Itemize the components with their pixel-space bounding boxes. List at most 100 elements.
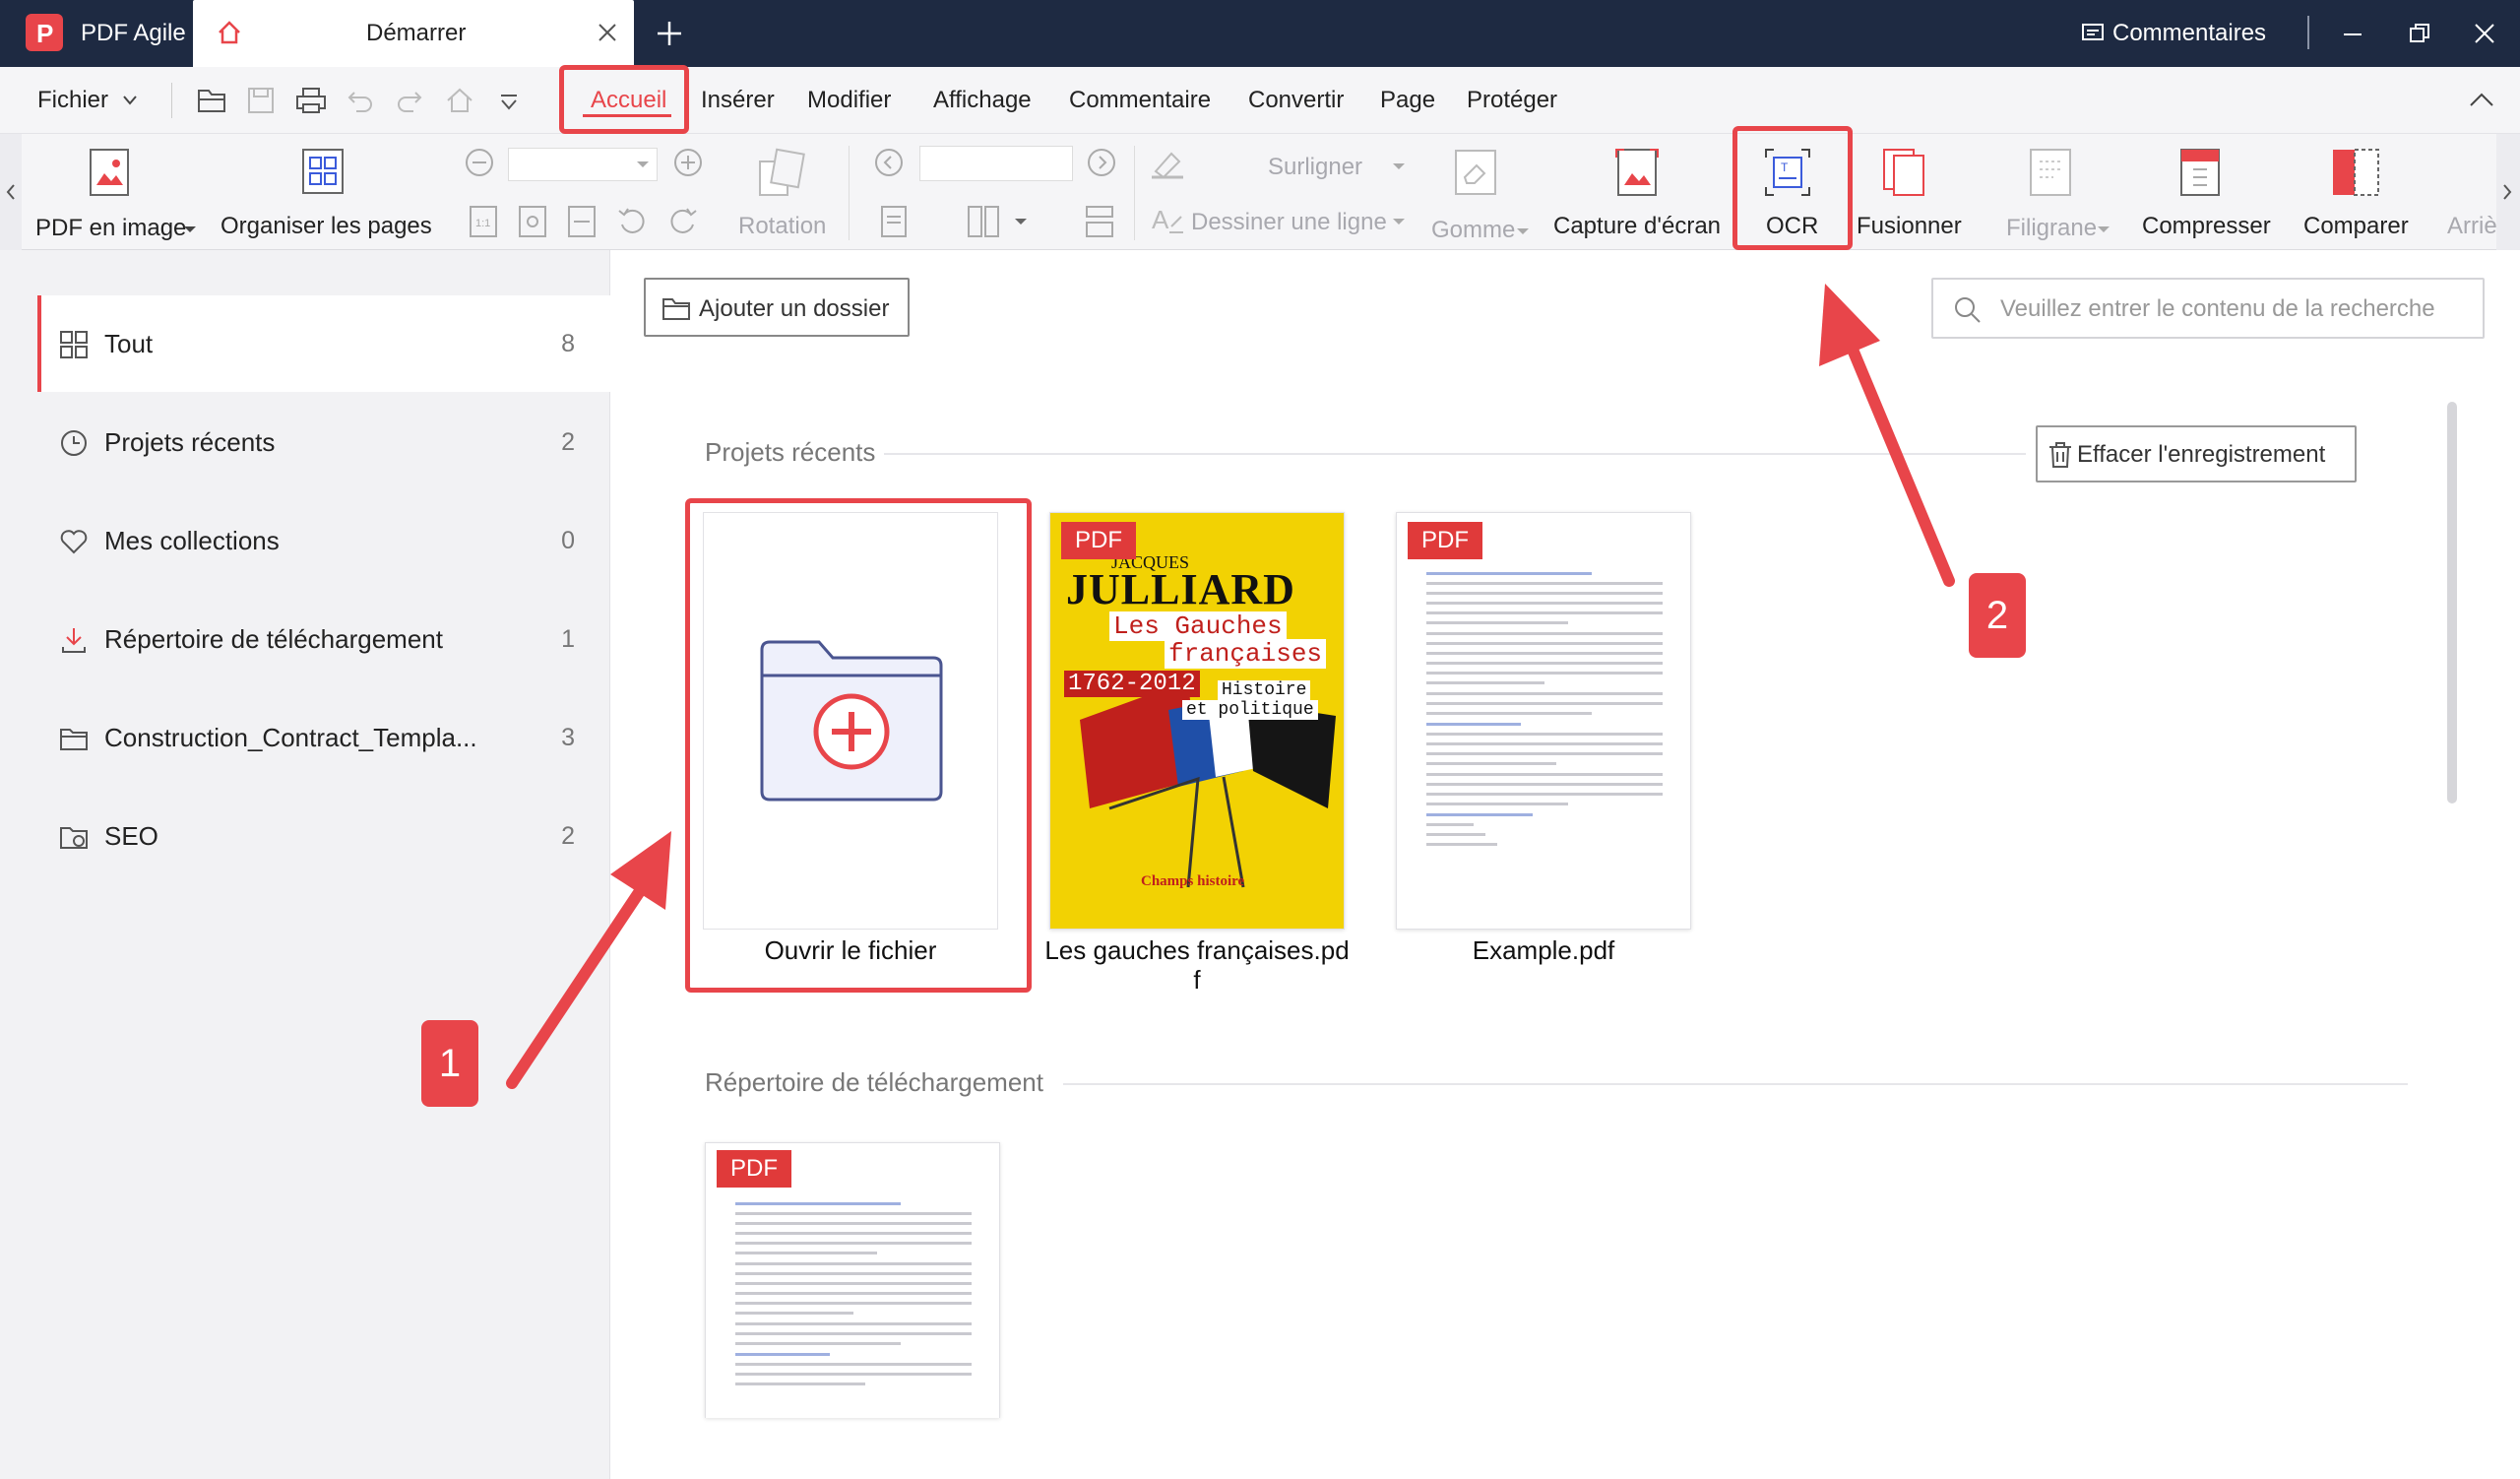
add-folder-label: Ajouter un dossier xyxy=(699,295,890,322)
background-button[interactable]: Arriè xyxy=(2447,213,2496,240)
compare-button[interactable]: Comparer xyxy=(2303,213,2409,240)
book-years: 1762-2012 xyxy=(1064,671,1200,697)
zoom-in-icon[interactable] xyxy=(673,148,703,177)
accueil-highlight-box xyxy=(559,65,689,134)
sidebar-item-count: 8 xyxy=(561,330,575,357)
save-icon[interactable] xyxy=(246,87,276,114)
redo-icon[interactable] xyxy=(396,87,423,114)
sidebar-item-recent[interactable]: Projets récents 2 xyxy=(37,394,610,490)
quick-access-dropdown-icon[interactable] xyxy=(498,93,520,112)
annotation-arrow-2 xyxy=(1819,284,1955,587)
svg-text:P: P xyxy=(36,19,53,48)
book-publisher: Champs histoire xyxy=(1141,873,1245,889)
book-title-line1: Les Gauches xyxy=(1109,611,1287,641)
file-menu[interactable]: Fichier xyxy=(37,67,108,134)
file-thumbnail-example[interactable] xyxy=(1396,512,1691,930)
highlight-dropdown-icon[interactable] xyxy=(1392,161,1406,171)
add-folder-button[interactable]: Ajouter un dossier xyxy=(644,278,910,337)
ribbon-scroll-left-icon[interactable] xyxy=(0,134,22,250)
organize-pages-icon xyxy=(301,148,345,195)
sidebar-item-label: Construction_Contract_Templa... xyxy=(104,723,477,752)
sidebar-item-tout[interactable]: Tout 8 xyxy=(37,295,610,392)
book-subtitle2: et politique xyxy=(1182,700,1318,720)
draw-line-dropdown-icon[interactable] xyxy=(1392,217,1406,226)
pdf-to-image-icon xyxy=(87,148,132,199)
sidebar-item-count: 2 xyxy=(561,428,575,456)
tab-proteger[interactable]: Protéger xyxy=(1467,67,1557,134)
rotate-left-icon[interactable] xyxy=(616,205,648,236)
eraser-button[interactable]: Gomme xyxy=(1431,217,1515,244)
comments-button[interactable]: Commentaires xyxy=(2112,20,2266,47)
restore-icon[interactable] xyxy=(2408,22,2431,45)
ribbon-scroll-right-icon[interactable] xyxy=(2496,134,2520,250)
two-page-icon[interactable] xyxy=(967,205,1000,238)
search-box[interactable]: Veuillez entrer le contenu de la recherc… xyxy=(1931,278,2485,339)
new-tab-icon[interactable] xyxy=(656,20,683,47)
rotation-icon xyxy=(756,148,807,199)
add-folder-icon xyxy=(662,295,691,321)
tab-page[interactable]: Page xyxy=(1380,67,1435,134)
sidebar-item-label: Répertoire de téléchargement xyxy=(104,624,443,654)
download-directory-title: Répertoire de téléchargement xyxy=(705,1067,1043,1097)
actual-size-icon[interactable]: 1:1 xyxy=(469,205,498,238)
draw-line-button[interactable]: Dessiner une ligne xyxy=(1191,209,1387,236)
rotate-right-icon[interactable] xyxy=(667,205,699,236)
pdf-to-image-button[interactable]: PDF en image xyxy=(35,215,186,242)
clear-history-label: Effacer l'enregistrement xyxy=(2077,441,2326,468)
watermark-dropdown-icon[interactable] xyxy=(2097,225,2110,234)
sidebar-active-bar xyxy=(37,295,41,392)
document-text-lines xyxy=(1426,572,1663,853)
tab-modifier[interactable]: Modifier xyxy=(807,67,891,134)
screenshot-button[interactable]: Capture d'écran xyxy=(1553,213,1721,240)
folder-icon xyxy=(59,822,89,852)
pdf-badge: PDF xyxy=(717,1150,791,1188)
open-file-highlight-box xyxy=(685,498,1032,993)
watermark-button[interactable]: Filigrane xyxy=(2006,215,2097,242)
page-layout-dropdown-icon[interactable] xyxy=(1014,217,1028,226)
eraser-dropdown-icon[interactable] xyxy=(1516,226,1530,236)
trash-icon xyxy=(2048,441,2073,469)
scroll-mode-icon[interactable] xyxy=(1085,205,1114,238)
prev-page-icon[interactable] xyxy=(874,148,904,177)
sidebar-item-count: 1 xyxy=(561,625,575,653)
file-thumbnail-gauches[interactable]: JACQUES JULLIARD Les Gauches françaises … xyxy=(1049,512,1345,930)
book-subtitle1: Histoire xyxy=(1218,680,1311,700)
rotation-button[interactable]: Rotation xyxy=(738,213,826,240)
tab-inserer[interactable]: Insérer xyxy=(701,67,775,134)
fit-width-icon[interactable] xyxy=(567,205,597,238)
fit-page-icon[interactable] xyxy=(518,205,547,238)
tab-title: Démarrer xyxy=(366,20,467,46)
sidebar-item-collections[interactable]: Mes collections 0 xyxy=(37,492,610,589)
file-name-example[interactable]: Example.pdf xyxy=(1396,935,1691,966)
tab-convertir[interactable]: Convertir xyxy=(1248,67,1344,134)
collapse-ribbon-icon[interactable] xyxy=(2469,91,2494,108)
merge-button[interactable]: Fusionner xyxy=(1857,213,1962,240)
sidebar-item-label: SEO xyxy=(104,821,158,851)
zoom-out-icon[interactable] xyxy=(465,148,494,177)
step-1-badge: 1 xyxy=(421,1020,478,1107)
next-page-icon[interactable] xyxy=(1087,148,1116,177)
sidebar-item-construction[interactable]: Construction_Contract_Templa... 3 xyxy=(37,689,610,786)
minimize-icon[interactable] xyxy=(2341,22,2364,45)
ocr-highlight-box xyxy=(1732,126,1853,250)
tab-affichage[interactable]: Affichage xyxy=(933,67,1032,134)
undo-icon[interactable] xyxy=(346,87,374,114)
single-page-icon[interactable] xyxy=(880,205,908,238)
home-nav-icon[interactable] xyxy=(445,87,474,114)
zoom-dropdown-icon[interactable] xyxy=(636,160,650,169)
file-name-gauches[interactable]: Les gauches françaises.pd f xyxy=(1040,935,1354,995)
page-number-input[interactable] xyxy=(919,146,1073,181)
highlight-button[interactable]: Surligner xyxy=(1268,154,1362,181)
book-title-line2: françaises xyxy=(1165,639,1327,669)
tab-commentaire[interactable]: Commentaire xyxy=(1069,67,1211,134)
sidebar-item-downloads[interactable]: Répertoire de téléchargement 1 xyxy=(37,591,610,687)
open-folder-icon[interactable] xyxy=(197,87,228,114)
tab-close-icon[interactable] xyxy=(597,22,618,43)
main-scrollbar[interactable] xyxy=(2447,402,2457,804)
close-window-icon[interactable] xyxy=(2473,22,2496,45)
app-name: PDF Agile xyxy=(81,20,186,46)
print-icon[interactable] xyxy=(295,87,327,114)
compress-button[interactable]: Compresser xyxy=(2142,213,2271,240)
clear-history-button[interactable]: Effacer l'enregistrement xyxy=(2036,425,2357,482)
organize-pages-button[interactable]: Organiser les pages xyxy=(220,213,432,240)
